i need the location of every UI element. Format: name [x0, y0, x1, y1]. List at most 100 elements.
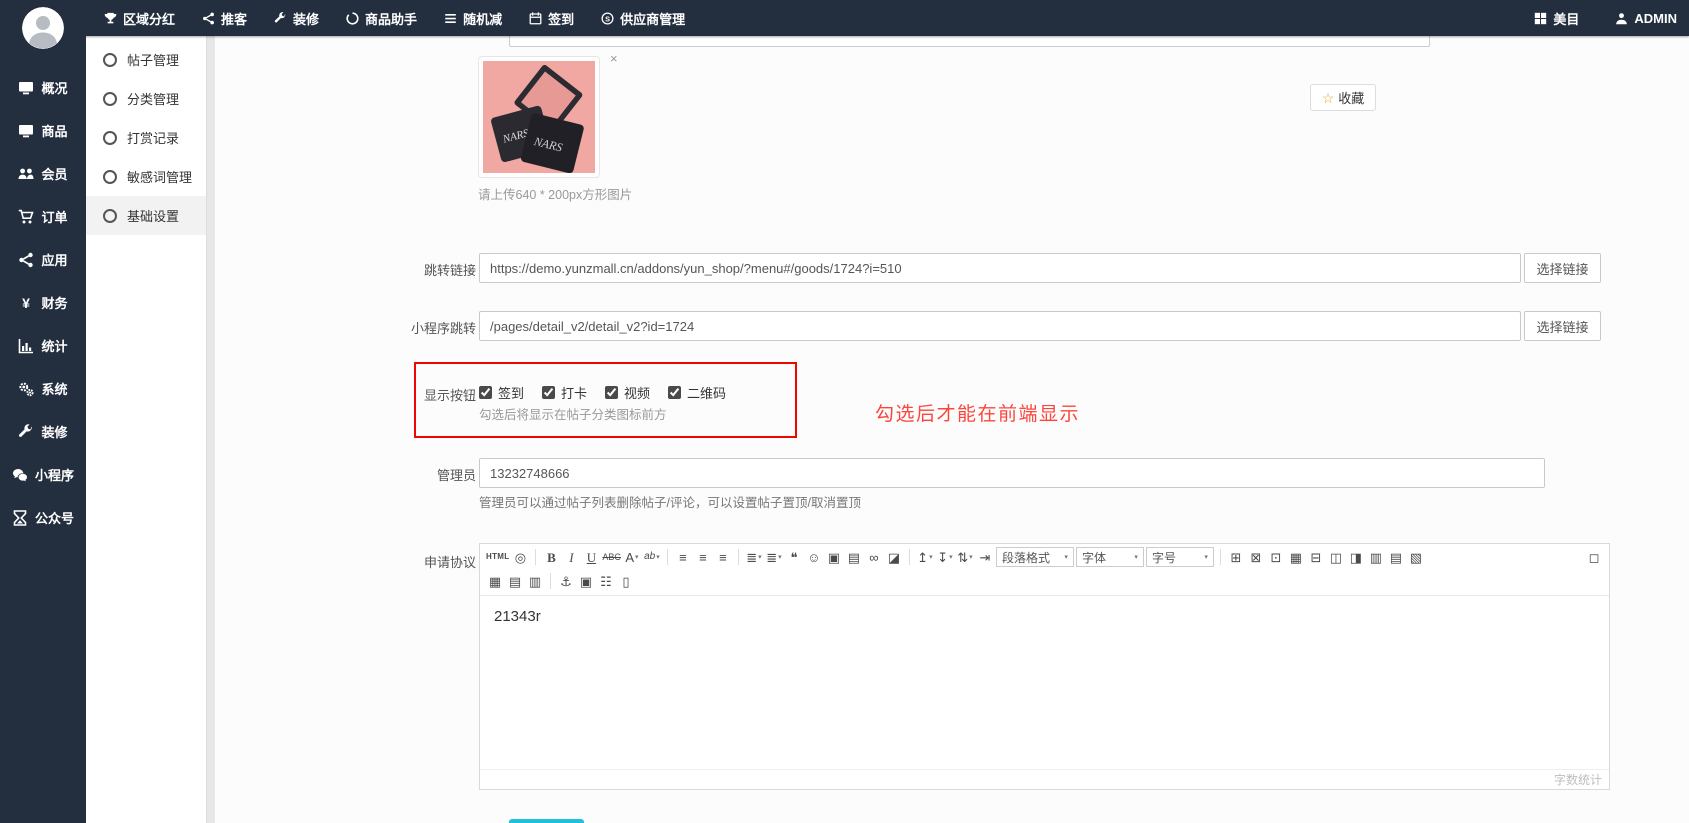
sidebar: 概况商品会员订单应用¥财务统计系统装修小程序公众号 [0, 0, 86, 823]
sidebar-item-miniapp[interactable]: 小程序 [0, 453, 86, 496]
submenu-scrollbar[interactable] [206, 36, 215, 823]
checkbox-check-in[interactable] [542, 386, 555, 399]
font-family-select[interactable]: 字体▾ [1076, 547, 1144, 567]
submenu-item-post-management[interactable]: 帖子管理 [86, 40, 215, 79]
submenu-item-reward-records[interactable]: 打赏记录 [86, 118, 215, 157]
page-image-icon[interactable]: ▣ [577, 571, 595, 591]
sidebar-item-orders[interactable]: 订单 [0, 195, 86, 238]
admin-phone-input[interactable] [479, 458, 1545, 488]
submenu-item-sensitive-words[interactable]: 敏感词管理 [86, 157, 215, 196]
topnav-item-decoration[interactable]: 装修 [274, 9, 319, 28]
link-icon[interactable]: ∞ [865, 547, 883, 567]
sidebar-item-finance[interactable]: ¥财务 [0, 281, 86, 324]
indent-icon[interactable]: ⇥ [976, 547, 994, 567]
unordered-list-icon[interactable]: ≣▾ [765, 547, 783, 567]
paragraph-format-select[interactable]: 段落格式▾ [996, 547, 1074, 567]
submenu-item-basic-settings[interactable]: 基础设置 [86, 196, 215, 235]
uploaded-image-thumbnail[interactable]: NARS NARS [478, 56, 600, 178]
sidebar-item-system[interactable]: 系统 [0, 367, 86, 410]
merge-cells-icon[interactable]: ▥ [1367, 547, 1385, 567]
align-center-icon[interactable]: ≡ [694, 547, 712, 567]
insert-row-icon[interactable]: ▦ [1287, 547, 1305, 567]
insert-table-icon[interactable]: ⊞ [1227, 547, 1245, 567]
valign-top-icon[interactable]: ↥▾ [916, 547, 934, 567]
insert-video-icon[interactable]: ▤ [845, 547, 863, 567]
align-right-icon[interactable]: ≡ [714, 547, 732, 567]
delete-col-icon[interactable]: ◨ [1347, 547, 1365, 567]
topbar-right-item-meimu[interactable]: 美目 [1534, 9, 1579, 28]
submit-button-partial[interactable] [509, 819, 584, 823]
page: 区域分红推客装修商品助手随机减签到S供应商管理 美目ADMIN 概况商品会员订单… [0, 0, 1689, 823]
format-eraser-icon[interactable]: ◪ [885, 547, 903, 567]
sidebar-item-label: 系统 [41, 379, 67, 398]
preview-icon[interactable]: ◎ [511, 547, 529, 567]
avatar[interactable] [22, 7, 64, 49]
sidebar-item-decoration[interactable]: 装修 [0, 410, 86, 453]
font-color-icon[interactable]: A▾ [623, 547, 641, 567]
checkbox-sign-in[interactable] [479, 386, 492, 399]
insert-col-icon[interactable]: ◫ [1327, 547, 1345, 567]
topnav-item-promoter[interactable]: 推客 [202, 9, 247, 28]
topnav-item-random-discount[interactable]: 随机减 [444, 9, 502, 28]
topnav-item-region-dividend[interactable]: 区域分红 [104, 9, 175, 28]
table-row-border-icon[interactable]: ▤ [506, 571, 524, 591]
paste-icon[interactable]: ▯ [617, 571, 635, 591]
sidebar-item-members[interactable]: 会员 [0, 152, 86, 195]
sidebar-item-official-account[interactable]: 公众号 [0, 496, 86, 539]
anchor-icon[interactable]: ⚓ [557, 571, 575, 591]
topnav-item-supplier-management[interactable]: S供应商管理 [601, 9, 685, 28]
submenu-item-category-management[interactable]: 分类管理 [86, 79, 215, 118]
blockquote-icon[interactable]: ❝ [785, 547, 803, 567]
font-size-select[interactable]: 字号▾ [1146, 547, 1214, 567]
link-url-input[interactable] [479, 253, 1521, 283]
topbar-right-item-admin[interactable]: ADMIN [1615, 11, 1677, 26]
split-col-icon[interactable]: ▧ [1407, 547, 1425, 567]
show-button-option-check-in[interactable]: 打卡 [542, 383, 587, 402]
underline-icon[interactable]: U [582, 547, 600, 567]
line-height-icon[interactable]: ⇅▾ [956, 547, 974, 567]
favorite-button-label: 收藏 [1338, 88, 1364, 107]
insert-image-icon[interactable]: ▣ [825, 547, 843, 567]
sidebar-item-goods[interactable]: 商品 [0, 109, 86, 152]
table-col-border-icon[interactable]: ▥ [526, 571, 544, 591]
editor-bottom-bar: 字数统计 [480, 769, 1609, 789]
list-icon [444, 12, 457, 25]
fullscreen-icon[interactable]: ◻ [1585, 547, 1603, 567]
link-choose-button[interactable]: 选择链接 [1524, 253, 1601, 283]
split-row-icon[interactable]: ▤ [1387, 547, 1405, 567]
partial-field-above[interactable] [509, 36, 1430, 47]
show-button-option-video[interactable]: 视频 [605, 383, 650, 402]
topnav-item-sign-in[interactable]: 签到 [529, 9, 574, 28]
strikethrough-icon[interactable]: ABC [602, 547, 621, 567]
remove-image-icon[interactable]: × [610, 52, 618, 65]
print-icon[interactable]: ☷ [597, 571, 615, 591]
checkbox-qrcode[interactable] [668, 386, 681, 399]
sidebar-item-label: 概况 [41, 78, 67, 97]
favorite-button[interactable]: ☆ 收藏 [1310, 84, 1376, 111]
show-button-option-sign-in[interactable]: 签到 [479, 383, 524, 402]
delete-table-icon[interactable]: ⊠ [1247, 547, 1265, 567]
emoticon-icon[interactable]: ☺ [805, 547, 823, 567]
highlight-icon[interactable]: ab▾ [643, 547, 661, 567]
topnav-item-goods-assistant[interactable]: 商品助手 [346, 9, 417, 28]
sidebar-item-label: 公众号 [35, 508, 74, 527]
topbar-right: 美目 ADMIN [1534, 0, 1677, 36]
sidebar-item-apps[interactable]: 应用 [0, 238, 86, 281]
valign-bottom-icon[interactable]: ↧▾ [936, 547, 954, 567]
italic-icon[interactable]: I [562, 547, 580, 567]
sidebar-item-statistics[interactable]: 统计 [0, 324, 86, 367]
editor-content-area[interactable]: 21343r [480, 596, 1609, 758]
html-source-button[interactable]: HTML [486, 547, 509, 567]
delete-row-icon[interactable]: ⊟ [1307, 547, 1325, 567]
topnav-item-label: 供应商管理 [620, 9, 685, 28]
show-button-option-qrcode[interactable]: 二维码 [668, 383, 726, 402]
miniapp-path-input[interactable] [479, 311, 1521, 341]
ordered-list-icon[interactable]: ≣▾ [745, 547, 763, 567]
checkbox-video[interactable] [605, 386, 618, 399]
bold-icon[interactable]: B [542, 547, 560, 567]
sidebar-item-overview[interactable]: 概况 [0, 66, 86, 109]
table-full-border-icon[interactable]: ▦ [486, 571, 504, 591]
miniapp-choose-button[interactable]: 选择链接 [1524, 311, 1601, 341]
table-header-icon[interactable]: ⊡ [1267, 547, 1285, 567]
align-left-icon[interactable]: ≡ [674, 547, 692, 567]
